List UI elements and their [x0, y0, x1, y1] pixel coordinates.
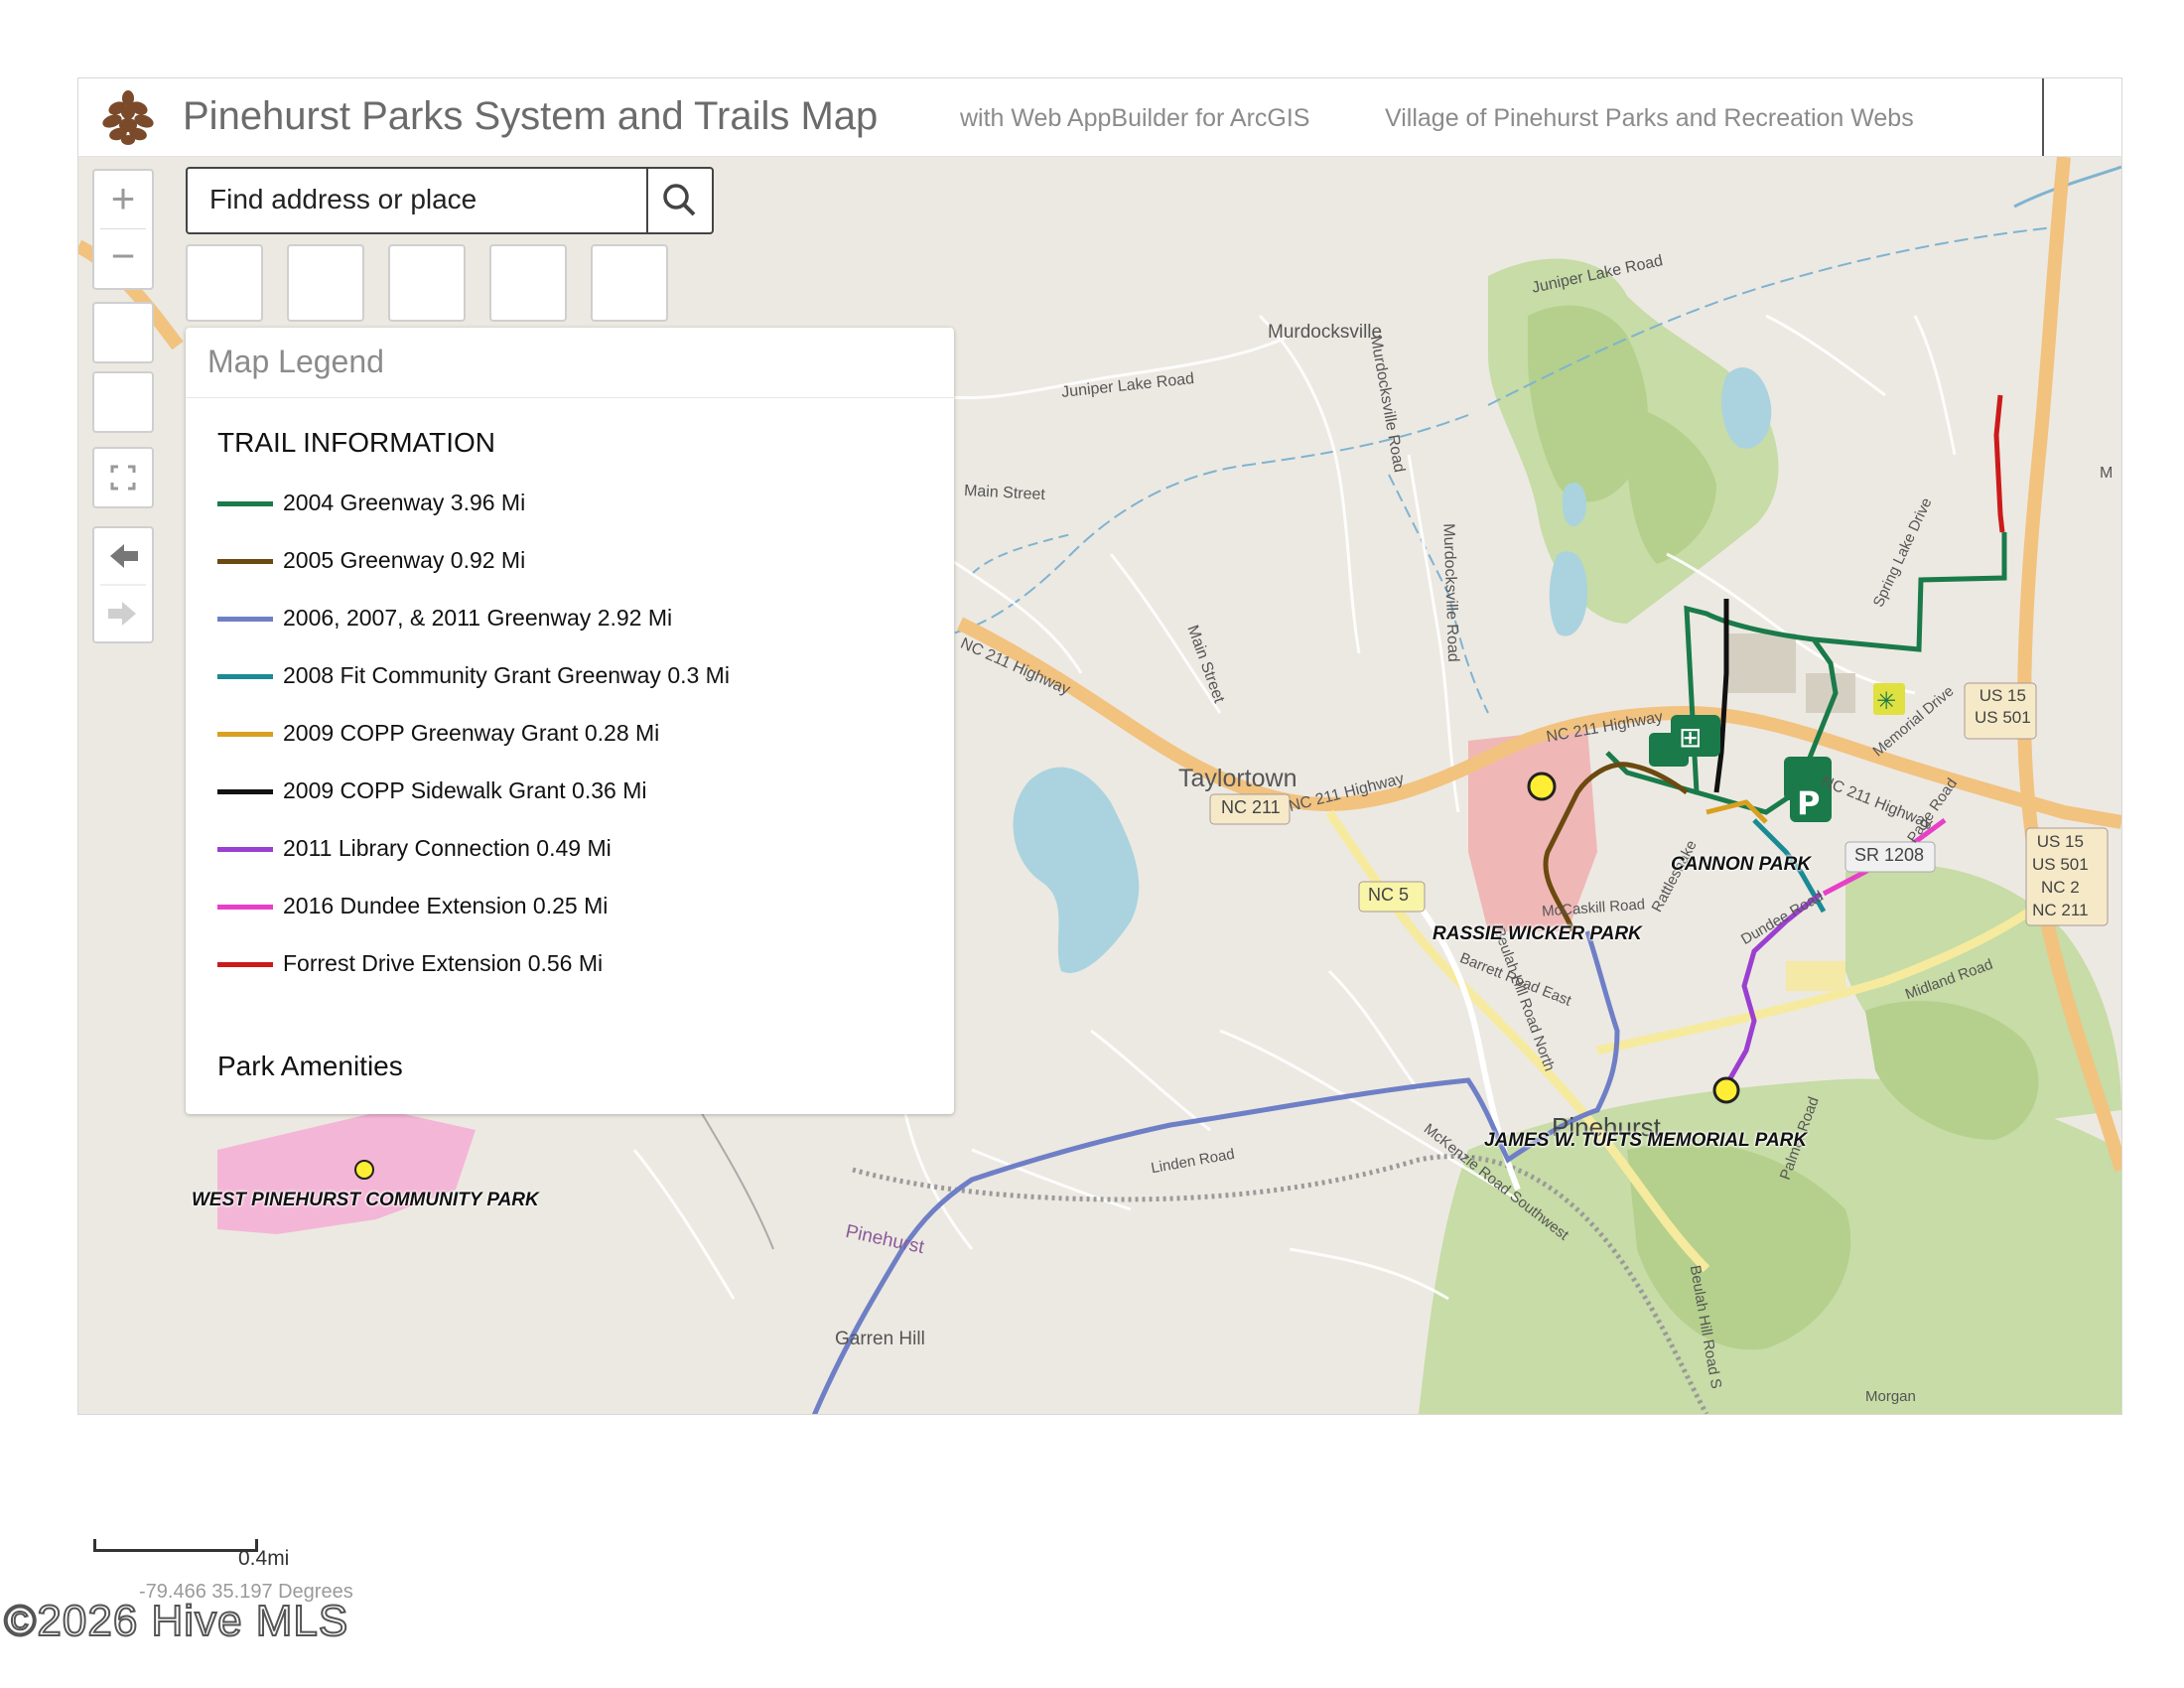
legend-swatch — [217, 905, 273, 910]
tool-button-5[interactable] — [591, 244, 668, 322]
legend-item-label: 2004 Greenway 3.96 Mi — [283, 490, 526, 515]
app-title: Pinehurst Parks System and Trails Map — [183, 94, 879, 138]
legend-swatch — [217, 559, 273, 564]
park-label-rassie[interactable]: RASSIE WICKER PARK — [1433, 923, 1642, 945]
badge-sr1208: SR 1208 — [1854, 845, 1925, 865]
scale-bar — [93, 1539, 258, 1552]
legend-swatch — [217, 732, 273, 737]
badge-nc211: NC 211 — [1221, 797, 1281, 817]
legend-item-label: Forrest Drive Extension 0.56 Mi — [283, 950, 604, 976]
legend-item-label: 2009 COPP Greenway Grant 0.28 Mi — [283, 720, 660, 746]
legend-swatch — [217, 847, 273, 852]
place-murdocksville: Murdocksville — [1268, 322, 1383, 343]
next-extent-icon[interactable] — [108, 602, 136, 626]
legend-item-label: 2016 Dundee Extension 0.25 Mi — [283, 893, 609, 918]
legend-swatch — [217, 674, 273, 679]
trail-information-heading: TRAIL INFORMATION — [217, 427, 495, 458]
previous-extent-icon[interactable] — [110, 544, 138, 568]
search-widget — [186, 167, 714, 234]
legend-swatch — [217, 617, 273, 622]
zoom-in-button[interactable]: + — [94, 171, 152, 228]
svg-text:P: P — [1797, 784, 1820, 822]
map-legend-panel: Map Legend TRAIL INFORMATION 2004 Greenw… — [186, 328, 954, 1114]
zoom-control: + − — [92, 169, 154, 290]
legend-item-label: 2011 Library Connection 0.49 Mi — [283, 835, 612, 861]
search-icon — [663, 184, 696, 216]
legend-swatch — [217, 501, 273, 506]
legend-item-label: 2005 Greenway 0.92 Mi — [283, 547, 526, 573]
locate-button[interactable] — [92, 371, 154, 433]
park-label-west-pinehurst[interactable]: WEST PINEHURST COMMUNITY PARK — [192, 1190, 539, 1211]
legend-item-label: 2009 COPP Sidewalk Grant 0.36 Mi — [283, 777, 647, 803]
header-divider — [2042, 78, 2044, 156]
search-button[interactable] — [646, 169, 712, 232]
svg-text:✳: ✳ — [1876, 687, 1896, 715]
road-morgan: Morgan — [1865, 1388, 1916, 1405]
legend-swatch — [217, 962, 273, 967]
watermark: ©2026 Hive MLS — [3, 1596, 349, 1646]
legend-item-label: 2008 Fit Community Grant Greenway 0.3 Mi — [283, 662, 730, 688]
badge-us15-us501-nc2-nc211: US 15 US 501 NC 2 NC 211 — [2032, 832, 2089, 919]
legend-divider — [186, 397, 954, 398]
webappbuilder-link[interactable]: with Web AppBuilder for ArcGIS — [960, 104, 1309, 133]
park-label-cannon[interactable]: CANNON PARK — [1671, 854, 1811, 876]
tool-button-1[interactable] — [186, 244, 263, 322]
app-header: Pinehurst Parks System and Trails Map wi… — [78, 78, 2121, 157]
tool-button-2[interactable] — [287, 244, 364, 322]
badge-nc5: NC 5 — [1368, 885, 1410, 905]
fullscreen-button[interactable] — [92, 447, 154, 508]
parks-website-link[interactable]: Village of Pinehurst Parks and Recreatio… — [1385, 104, 1914, 133]
legend-item-label: 2006, 2007, & 2011 Greenway 2.92 Mi — [283, 605, 673, 631]
place-garren-hill: Garren Hill — [835, 1329, 925, 1349]
fullscreen-icon — [110, 465, 136, 491]
extent-navigation — [92, 526, 154, 643]
badge-us15-us501: US 15 US 501 — [1975, 686, 2031, 727]
home-button[interactable] — [92, 302, 154, 363]
road-m-edge: M — [2100, 465, 2114, 482]
place-taylortown: Taylortown — [1178, 765, 1297, 792]
park-label-tufts[interactable]: JAMES W. TUFTS MEMORIAL PARK — [1484, 1130, 1807, 1152]
pinecone-icon — [100, 88, 156, 146]
scale-label: 0.4mi — [238, 1547, 290, 1570]
map-view[interactable]: ⊞ P ✳ Murdocksville Taylortown Pinehurst… — [78, 157, 2121, 1414]
svg-text:⊞: ⊞ — [1679, 721, 1702, 754]
map-app: Pinehurst Parks System and Trails Map wi… — [77, 77, 2122, 1415]
tool-button-3[interactable] — [388, 244, 466, 322]
legend-swatch — [217, 789, 273, 794]
zoom-out-button[interactable]: − — [94, 228, 152, 286]
tool-button-4[interactable] — [489, 244, 567, 322]
search-input[interactable] — [190, 171, 648, 228]
legend-title: Map Legend — [207, 344, 384, 379]
park-amenities-heading: Park Amenities — [217, 1051, 403, 1081]
